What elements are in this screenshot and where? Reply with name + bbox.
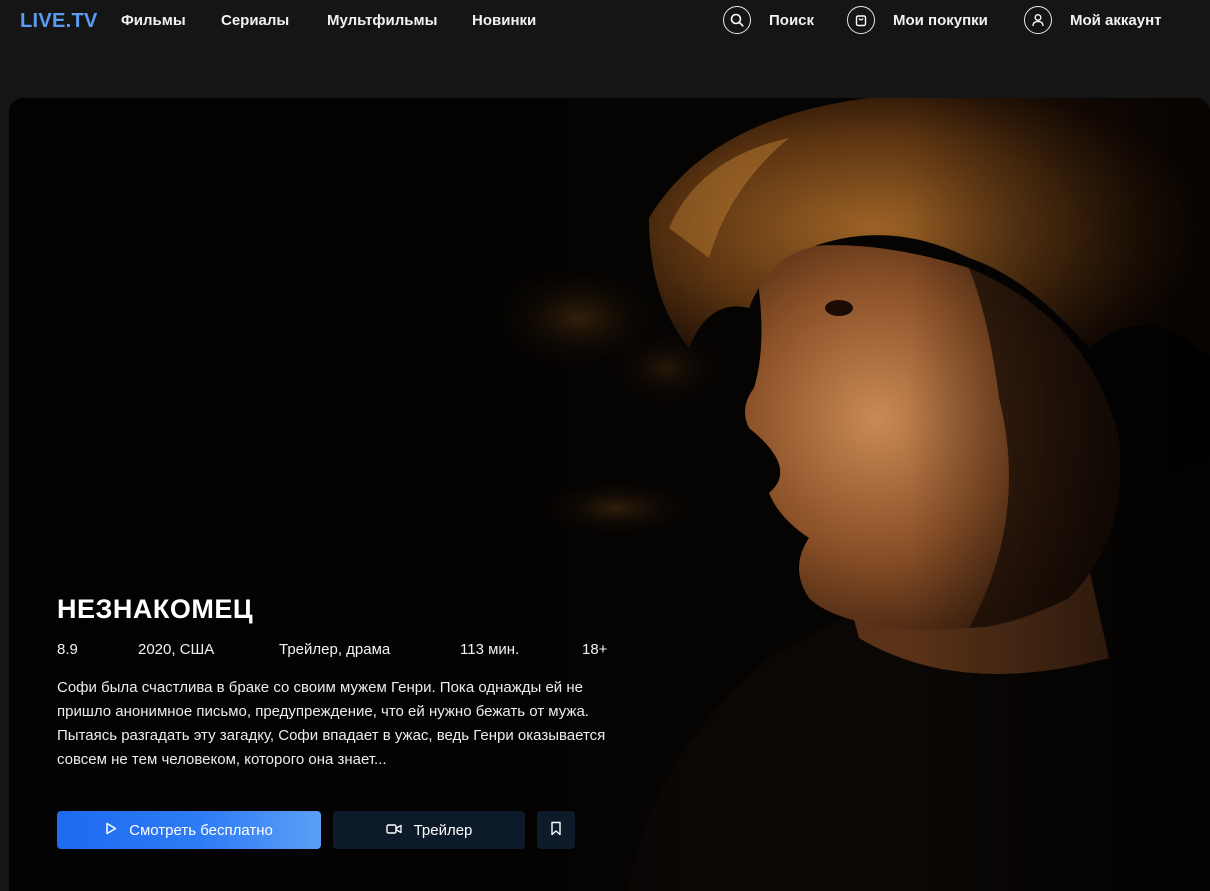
- movie-title: НЕЗНАКОМЕЦ: [57, 594, 254, 624]
- nav-item-series[interactable]: Сериалы: [221, 12, 289, 29]
- watch-free-label: Смотреть бесплатно: [129, 821, 273, 839]
- logo[interactable]: LIVE.TV: [20, 10, 98, 33]
- bookmark-icon: [550, 821, 562, 840]
- search-button[interactable]: Поиск: [723, 6, 814, 34]
- movie-rating: 8.9: [57, 641, 78, 658]
- movie-age-rating: 18+: [582, 641, 608, 658]
- trailer-button[interactable]: Трейлер: [333, 811, 525, 849]
- search-icon: [723, 6, 751, 34]
- play-icon: [105, 822, 117, 839]
- movie-genres: Трейлер, драма: [279, 641, 391, 658]
- hero-banner: НЕЗНАКОМЕЦ 8.9 2020, США Трейлер, драма …: [9, 98, 1210, 891]
- trailer-label: Трейлер: [413, 821, 473, 839]
- top-navigation: LIVE.TV Фильмы Сериалы Мультфильмы Новин…: [0, 0, 1210, 42]
- user-icon: [1024, 6, 1052, 34]
- movie-year-country: 2020, США: [138, 641, 215, 658]
- watch-free-button[interactable]: Смотреть бесплатно: [57, 811, 321, 849]
- video-camera-icon: [385, 822, 402, 839]
- my-purchases-label: Мои покупки: [893, 11, 988, 29]
- my-account-button[interactable]: Мой аккаунт: [1024, 6, 1162, 34]
- movie-duration: 113 мин.: [460, 641, 520, 658]
- nav-item-cartoons[interactable]: Мультфильмы: [327, 12, 437, 29]
- my-purchases-button[interactable]: Мои покупки: [847, 6, 988, 34]
- nav-item-new[interactable]: Новинки: [472, 12, 536, 29]
- my-account-label: Мой аккаунт: [1070, 11, 1162, 29]
- nav-item-films[interactable]: Фильмы: [121, 12, 186, 29]
- search-label: Поиск: [769, 11, 815, 29]
- hero-overlay: [9, 98, 1210, 891]
- movie-description: Софи была счастлива в браке со своим муж…: [57, 679, 606, 768]
- bookmark-button[interactable]: [537, 811, 575, 849]
- shopping-bag-icon: [847, 6, 875, 34]
